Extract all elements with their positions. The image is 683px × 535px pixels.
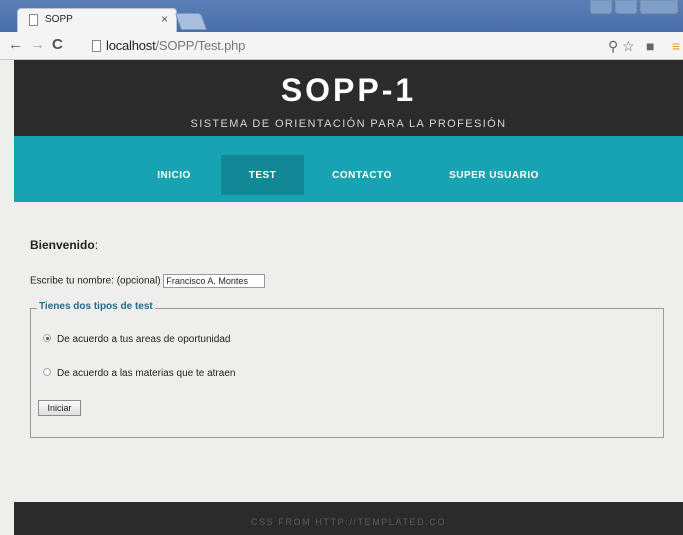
nav-item-test[interactable]: TEST [221, 155, 304, 195]
iniciar-button[interactable]: Iniciar [38, 400, 81, 416]
reload-icon[interactable]: C [52, 36, 63, 54]
test-type-fieldset: Tienes dos tipos de test De acuerdo a tu… [30, 301, 664, 438]
tab-title: SOPP [45, 14, 73, 25]
fieldset-legend: Tienes dos tipos de test [37, 301, 155, 312]
close-window-button[interactable] [640, 0, 678, 14]
site-title: SOPP-1 [280, 72, 417, 108]
browser-tab[interactable]: SOPP × [17, 8, 177, 32]
minimize-button[interactable] [590, 0, 612, 14]
nav-item-contacto[interactable]: CONTACTO [322, 155, 402, 195]
close-icon[interactable]: × [161, 12, 168, 26]
option-label: De acuerdo a las materias que te atraen [57, 368, 236, 379]
back-icon[interactable]: ← [8, 36, 23, 54]
radio-oportunidad[interactable] [43, 334, 51, 343]
maximize-button[interactable] [615, 0, 637, 14]
site-subtitle: SISTEMA DE ORIENTACIÓN PARA LA PROFESIÓN [190, 118, 507, 130]
option-oportunidad[interactable]: De acuerdo a tus areas de oportunidad [43, 334, 230, 345]
browser-toolbar: ← → C localhost/SOPP/Test.php ⚲ ☆ ■ ≡ [0, 32, 683, 60]
page-icon [29, 14, 38, 26]
extension-icon[interactable]: ■ [646, 38, 654, 54]
option-label: De acuerdo a tus areas de oportunidad [57, 334, 231, 345]
welcome-heading: Bienvenido: [30, 238, 99, 252]
radio-materias[interactable] [43, 368, 51, 377]
zoom-icon[interactable]: ⚲ [608, 38, 618, 55]
site-header: SOPP-1 SISTEMA DE ORIENTACIÓN PARA LA PR… [14, 60, 683, 136]
page-viewport: SOPP-1 SISTEMA DE ORIENTACIÓN PARA LA PR… [0, 60, 683, 535]
option-materias[interactable]: De acuerdo a las materias que te atraen [43, 368, 235, 379]
name-row: Escribe tu nombre: (opcional) Francisco … [30, 274, 266, 288]
menu-icon[interactable]: ≡ [672, 38, 680, 54]
footer-credit[interactable]: CSS FROM HTTP://TEMPLATED.CO [251, 517, 446, 527]
nav-item-inicio[interactable]: INICIO [139, 155, 209, 195]
new-tab-button[interactable] [174, 13, 208, 30]
site-footer: CSS FROM HTTP://TEMPLATED.CO [14, 502, 683, 535]
main-content: Bienvenido: Escribe tu nombre: (opcional… [30, 238, 670, 438]
page-icon [92, 40, 101, 52]
name-label: Escribe tu nombre: (opcional) [30, 275, 161, 287]
address-bar[interactable]: localhost/SOPP/Test.php [106, 38, 245, 53]
nav-item-super-usuario[interactable]: SUPER USUARIO [434, 155, 554, 195]
bookmark-star-icon[interactable]: ☆ [622, 38, 635, 55]
browser-titlebar: SOPP × [0, 0, 683, 32]
forward-icon[interactable]: → [30, 36, 45, 54]
main-nav: INICIO TEST CONTACTO SUPER USUARIO [14, 136, 683, 202]
name-input[interactable]: Francisco A. Montes [163, 274, 266, 288]
